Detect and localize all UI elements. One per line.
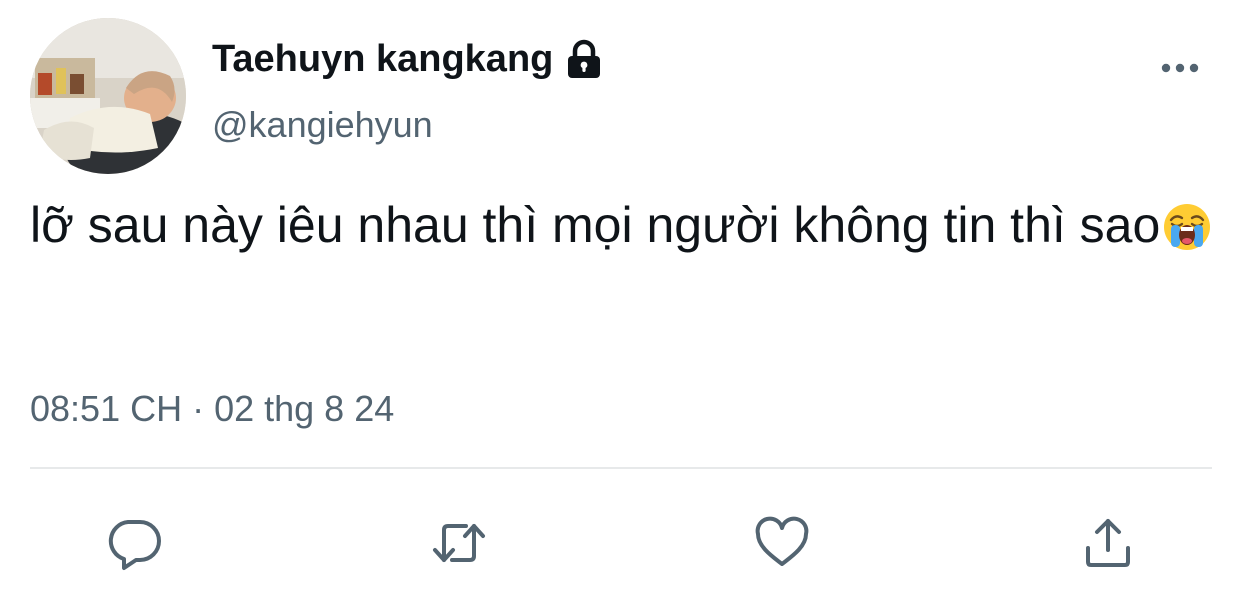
tweet-timestamp[interactable]: 08:51 CH · 02 thg 8 24	[30, 388, 394, 430]
share-button[interactable]	[1077, 512, 1139, 574]
more-options-button[interactable]	[1156, 50, 1204, 86]
reply-button[interactable]	[104, 512, 166, 574]
display-name-row: Taehuyn kangkang	[212, 38, 605, 81]
heart-icon	[755, 516, 809, 566]
lock-icon	[563, 39, 605, 81]
like-button[interactable]	[751, 512, 813, 574]
avatar[interactable]	[30, 18, 186, 174]
retweet-button[interactable]	[428, 512, 490, 574]
tweet-body: lỡ sau này iêu nhau thì mọi người không …	[30, 192, 1215, 258]
more-icon	[1161, 63, 1199, 73]
divider	[30, 467, 1212, 469]
loudly-crying-face-icon	[1162, 202, 1212, 252]
avatar-photo	[30, 18, 186, 174]
reply-icon	[108, 520, 161, 570]
tweet-text: lỡ sau này iêu nhau thì mọi người không …	[30, 197, 1161, 253]
display-name[interactable]: Taehuyn kangkang	[212, 38, 553, 81]
user-handle[interactable]: @kangiehyun	[212, 104, 433, 146]
retweet-icon	[433, 524, 485, 562]
share-icon	[1086, 519, 1130, 567]
